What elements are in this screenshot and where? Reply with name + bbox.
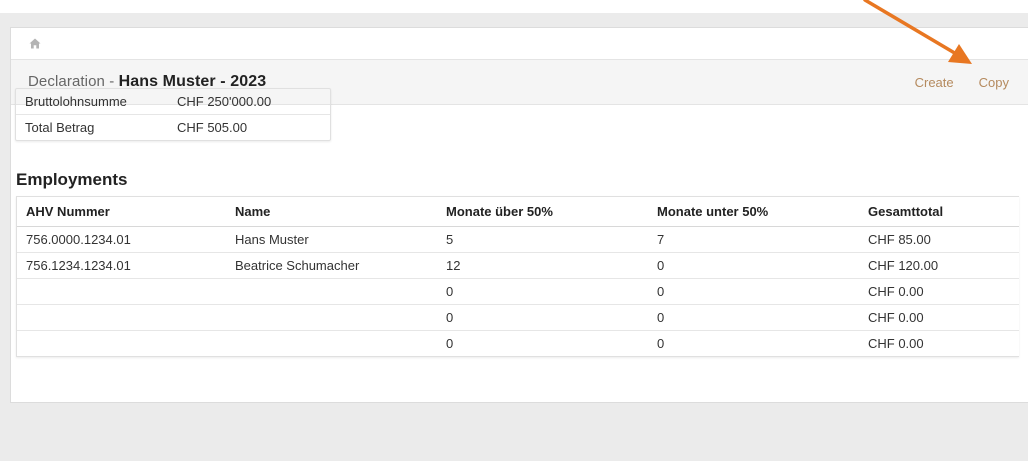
cell-ahv (17, 304, 235, 331)
header-actions: Create Copy (915, 60, 1009, 104)
breadcrumb (11, 28, 1028, 59)
cell-name: Hans Muster (235, 226, 446, 253)
employments-table: AHV Nummer Name Monate über 50% Monate u… (16, 196, 1019, 357)
cell-under50: 7 (657, 226, 868, 253)
summary-label: Total Betrag (25, 120, 95, 135)
create-button[interactable]: Create (915, 75, 954, 90)
column-header-total: Gesamttotal (868, 197, 1019, 227)
cell-total: CHF 120.00 (868, 252, 1019, 279)
summary-row: Bruttolohnsumme CHF 250'000.00 (16, 89, 330, 115)
cell-over50: 12 (446, 252, 657, 279)
cell-over50: 0 (446, 304, 657, 331)
cell-over50: 5 (446, 226, 657, 253)
cell-ahv: 756.1234.1234.01 (17, 252, 235, 279)
cell-over50: 0 (446, 278, 657, 305)
cell-name (235, 331, 446, 357)
cell-name (235, 304, 446, 331)
table-row[interactable]: 0 0 CHF 0.00 (17, 331, 1019, 357)
cell-under50: 0 (657, 336, 665, 351)
table-row[interactable]: 0 0 CHF 0.00 (17, 304, 1019, 331)
cell-total: CHF 0.00 (868, 278, 1019, 305)
summary-value: CHF 505.00 (177, 120, 248, 135)
home-icon[interactable] (29, 38, 41, 49)
cell-over50: 0 (446, 336, 454, 351)
cell-name: Beatrice Schumacher (235, 252, 446, 279)
cell-total: CHF 0.00 (868, 336, 924, 351)
cell-ahv (17, 331, 235, 357)
summary-label: Bruttolohnsumme (25, 94, 127, 109)
summary-row: Total Betrag CHF 505.00 (16, 115, 330, 140)
table-row[interactable]: 756.1234.1234.01 Beatrice Schumacher 12 … (17, 252, 1019, 279)
cell-total: CHF 0.00 (868, 304, 1019, 331)
summary-value: CHF 250'000.00 (177, 94, 272, 109)
column-header-over50: Monate über 50% (446, 197, 657, 227)
column-header-ahv: AHV Nummer (17, 197, 235, 227)
column-header-under50: Monate unter 50% (657, 197, 868, 227)
cell-under50: 0 (657, 278, 868, 305)
cell-ahv (17, 278, 235, 305)
employments-heading: Employments (16, 170, 128, 189)
copy-button[interactable]: Copy (979, 75, 1009, 90)
cell-under50: 0 (657, 304, 868, 331)
column-header-name: Name (235, 197, 446, 227)
table-row[interactable]: 756.0000.1234.01 Hans Muster 5 7 CHF 85.… (17, 226, 1019, 253)
cell-total: CHF 85.00 (868, 226, 1019, 253)
table-header-row: AHV Nummer Name Monate über 50% Monate u… (17, 197, 1019, 227)
cell-ahv: 756.0000.1234.01 (17, 226, 235, 253)
top-strip (0, 0, 1028, 13)
summary-table: Bruttolohnsumme CHF 250'000.00 Total Bet… (15, 88, 331, 141)
cell-name (235, 278, 446, 305)
table-row[interactable]: 0 0 CHF 0.00 (17, 278, 1019, 305)
cell-under50: 0 (657, 252, 868, 279)
